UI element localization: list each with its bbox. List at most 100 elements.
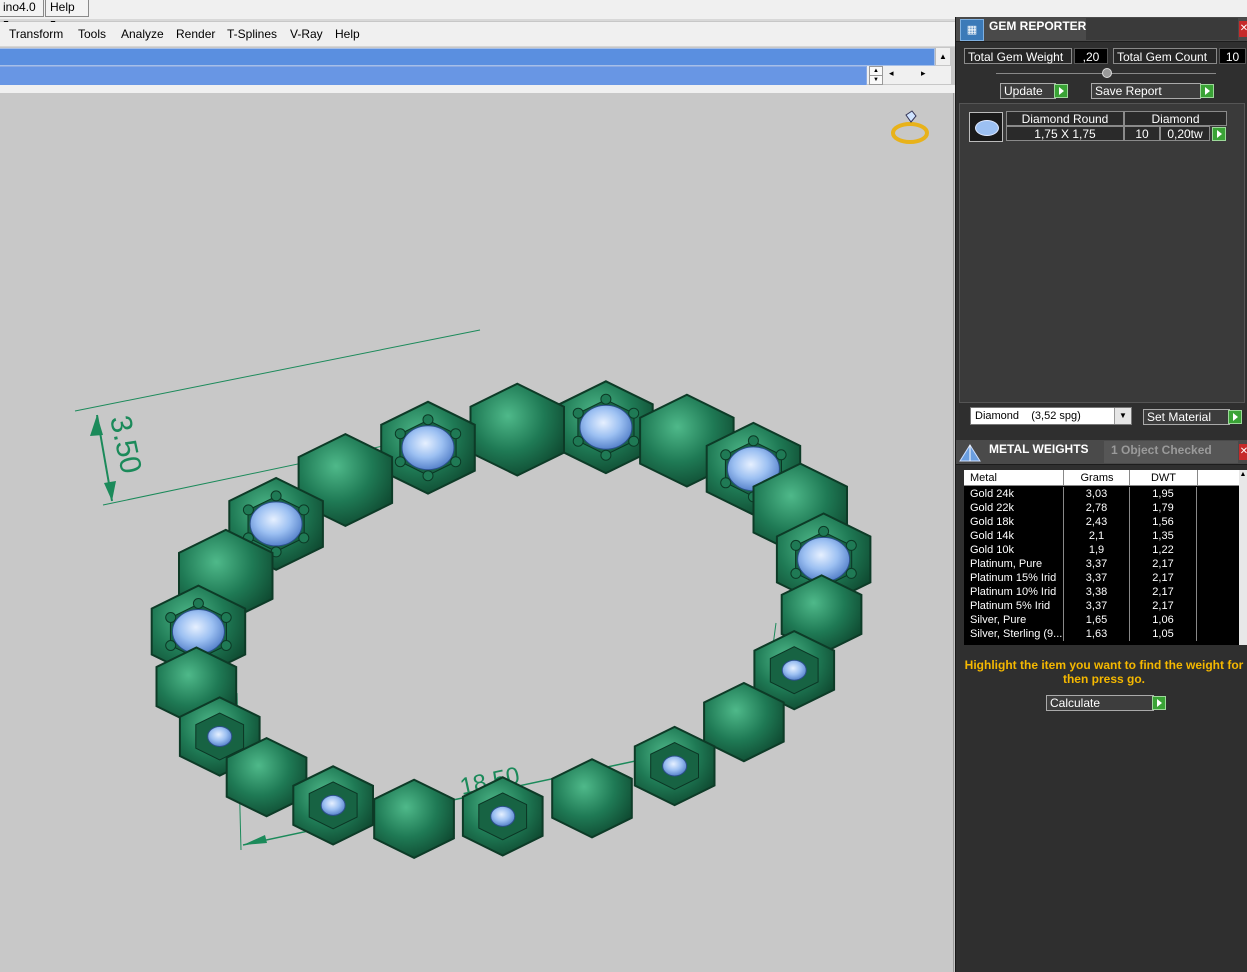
splitter-handle-icon[interactable] [1102,68,1112,78]
command-history-scrollbar[interactable]: ▲ [935,48,950,65]
set-material-go-icon[interactable] [1228,410,1242,424]
menu-t-splines[interactable]: T-Splines [227,22,277,46]
update-button[interactable]: Update [1000,83,1056,99]
dwt-cell: 1,79 [1129,501,1196,515]
close-icon[interactable]: ✕ [1239,444,1247,460]
table-row[interactable]: Gold 10k 1,9 1,22 [964,543,1247,557]
metal-name-cell: Gold 14k [970,530,1015,542]
prong [270,490,282,502]
diamond-stone [490,805,516,827]
perspective-viewport[interactable]: 3.50 18.50 [0,93,954,972]
scroll-left-icon[interactable]: ◂ [889,68,894,79]
table-row[interactable]: Platinum, Pure 3,37 2,17 [964,557,1247,571]
scroll-right-icon[interactable]: ▸ [921,68,926,79]
grams-cell: 2,43 [1063,515,1129,529]
gem-row-go-icon[interactable] [1212,127,1226,141]
total-gem-weight-value: ,20 [1074,48,1108,64]
table-row[interactable]: Silver, Sterling (9... 1,63 1,05 [964,627,1247,641]
column-metal[interactable]: Metal [970,470,997,486]
dwt-cell: 2,17 [1129,585,1196,599]
dwt-cell: 2,17 [1129,599,1196,613]
scroll-down-icon[interactable]: ▼ [869,75,883,85]
menu-render[interactable]: Render [176,22,215,46]
table-row[interactable]: Platinum 15% Irid 3,37 2,17 [964,571,1247,585]
ring-render: 3.50 18.50 [74,110,929,860]
metal-name-cell: Silver, Pure [970,614,1027,626]
column-grams[interactable]: Grams [1063,470,1130,486]
diamond-stone [781,659,807,681]
viewport-title-strip [0,85,955,93]
scroll-up-icon[interactable]: ▲ [1239,470,1247,480]
gem-shape: Diamond Round [1006,111,1124,126]
metal-weights-header: METAL WEIGHTS 1 Object Checked ✕ [956,440,1247,465]
table-row[interactable]: Platinum 5% Irid 3,37 2,17 [964,599,1247,613]
save-report-button-label: Save Report [1095,84,1162,98]
prong [572,435,584,447]
close-icon[interactable]: ✕ [1239,21,1247,37]
table-row[interactable]: Gold 24k 3,03 1,95 [964,487,1247,501]
header-fill [1086,18,1238,40]
set-material-button[interactable]: Set Material [1143,409,1230,425]
table-row[interactable]: Silver, Pure 1,65 1,06 [964,613,1247,627]
gem-reporter-header: ▦ GEM REPORTER ✕ [956,17,1247,42]
dropdown-arrow-icon[interactable]: ▼ [1114,408,1131,424]
table-row[interactable]: Platinum 10% Irid 3,38 2,17 [964,585,1247,599]
dwt-cell: 1,06 [1129,613,1196,627]
grams-cell: 3,37 [1063,599,1129,613]
save-report-button[interactable]: Save Report [1091,83,1201,99]
prong [790,567,802,579]
dwt-cell: 1,35 [1129,529,1196,543]
prong [394,456,406,468]
table-row[interactable]: Gold 22k 2,78 1,79 [964,501,1247,515]
menu-help[interactable]: Help [335,22,360,46]
metal-name-cell: Gold 18k [970,516,1015,528]
ring-segment [373,778,455,860]
metal-name-cell: Platinum 5% Irid [970,600,1051,612]
prong [422,414,434,426]
column-dwt[interactable]: DWT [1129,470,1198,486]
prong [600,449,612,461]
set-material-button-label: Set Material [1147,410,1212,424]
menu-tools[interactable]: Tools [78,22,106,46]
metal-name-cell: Silver, Sterling (9... [970,628,1063,640]
total-gem-weight-label: Total Gem Weight [964,48,1072,64]
dwt-cell: 1,05 [1129,627,1196,641]
menu-v-ray[interactable]: V-Ray [290,22,323,46]
menu-analyze[interactable]: Analyze [121,22,164,46]
prong [747,435,759,447]
objects-checked-status: 1 Object Checked [1111,443,1212,457]
prong [422,470,434,482]
calculate-go-icon[interactable] [1152,696,1166,710]
gem-count: 10 [1124,126,1160,141]
gem-list[interactable]: Diamond Round Diamond 1,75 X 1,75 10 0,2… [959,103,1245,403]
grams-cell: 1,9 [1063,543,1129,557]
gem-reporter-title: GEM REPORTER [989,19,1087,33]
save-report-go-icon[interactable] [1200,84,1214,98]
gem-material: Diamond [1124,111,1227,126]
material-select[interactable]: Diamond (3,52 spg) ▼ [970,407,1132,425]
calculate-button[interactable]: Calculate [1046,695,1154,711]
ring-model[interactable] [150,380,872,860]
app-menu-button[interactable]: ino4.0 ▾ [0,0,44,29]
metal-weights-table[interactable]: Metal Grams DWT Gold 24k 3,03 1,95 Gold 22k… [964,470,1247,645]
update-go-icon[interactable] [1054,84,1068,98]
grams-cell: 3,37 [1063,557,1129,571]
instruction-text-2: then press go. [1062,672,1145,686]
table-row[interactable]: Gold 14k 2,1 1,35 [964,529,1247,543]
diamond-stone [579,404,633,450]
diamond-stone [662,755,688,777]
menu-bar: Transform Tools Analyze Render T-Splines… [0,22,955,47]
command-prompt-input[interactable] [0,66,867,86]
rotation-gizmo-icon[interactable] [891,110,929,144]
table-scrollbar[interactable]: ▲ [1239,470,1247,645]
help-menu-button[interactable]: Help ▾ [45,0,89,29]
command-history[interactable] [0,48,935,66]
dwt-cell: 1,22 [1129,543,1196,557]
total-gem-count-label: Total Gem Count [1113,48,1217,64]
menu-transform[interactable]: Transform [9,22,63,46]
diamond-stone [797,536,851,582]
table-row[interactable]: Gold 18k 2,43 1,56 [964,515,1247,529]
prong [298,532,310,544]
prong [450,428,462,440]
prong [845,567,857,579]
